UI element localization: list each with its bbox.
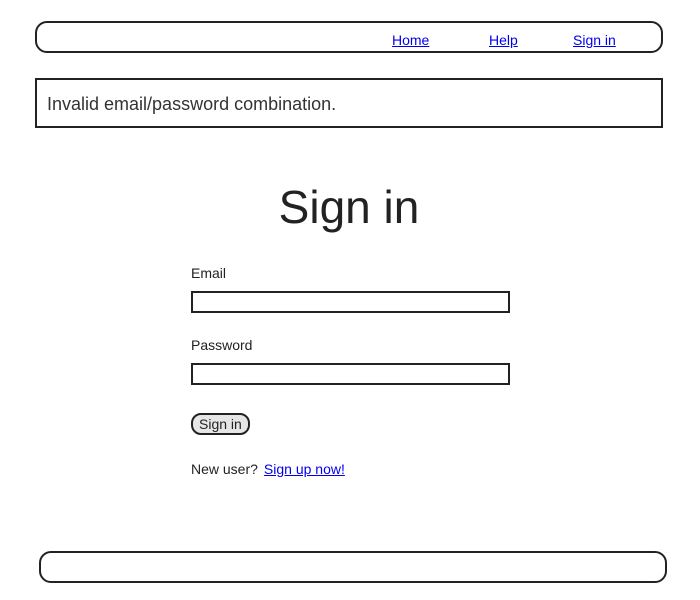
nav-help-link[interactable]: Help [489,32,518,48]
page-title-text: Sign in [278,181,420,233]
sign-up-link[interactable]: Sign up now! [264,461,345,477]
flash-error-message: Invalid email/password combination. [47,94,337,114]
nav-home-link[interactable]: Home [392,32,429,48]
header-bar: Home Help Sign in [35,21,663,53]
flash-error-box: Invalid email/password combination. [35,78,663,128]
password-field[interactable] [191,363,510,385]
page-title: Sign in [0,180,700,234]
signup-row: New user? Sign up now! [191,461,345,477]
footer-bar [39,551,667,583]
new-user-prompt: New user? [191,461,258,477]
nav-sign-in-link[interactable]: Sign in [573,32,616,48]
sign-in-button[interactable]: Sign in [191,413,250,435]
password-label: Password [191,337,253,353]
email-label: Email [191,265,227,281]
email-field[interactable] [191,291,510,313]
